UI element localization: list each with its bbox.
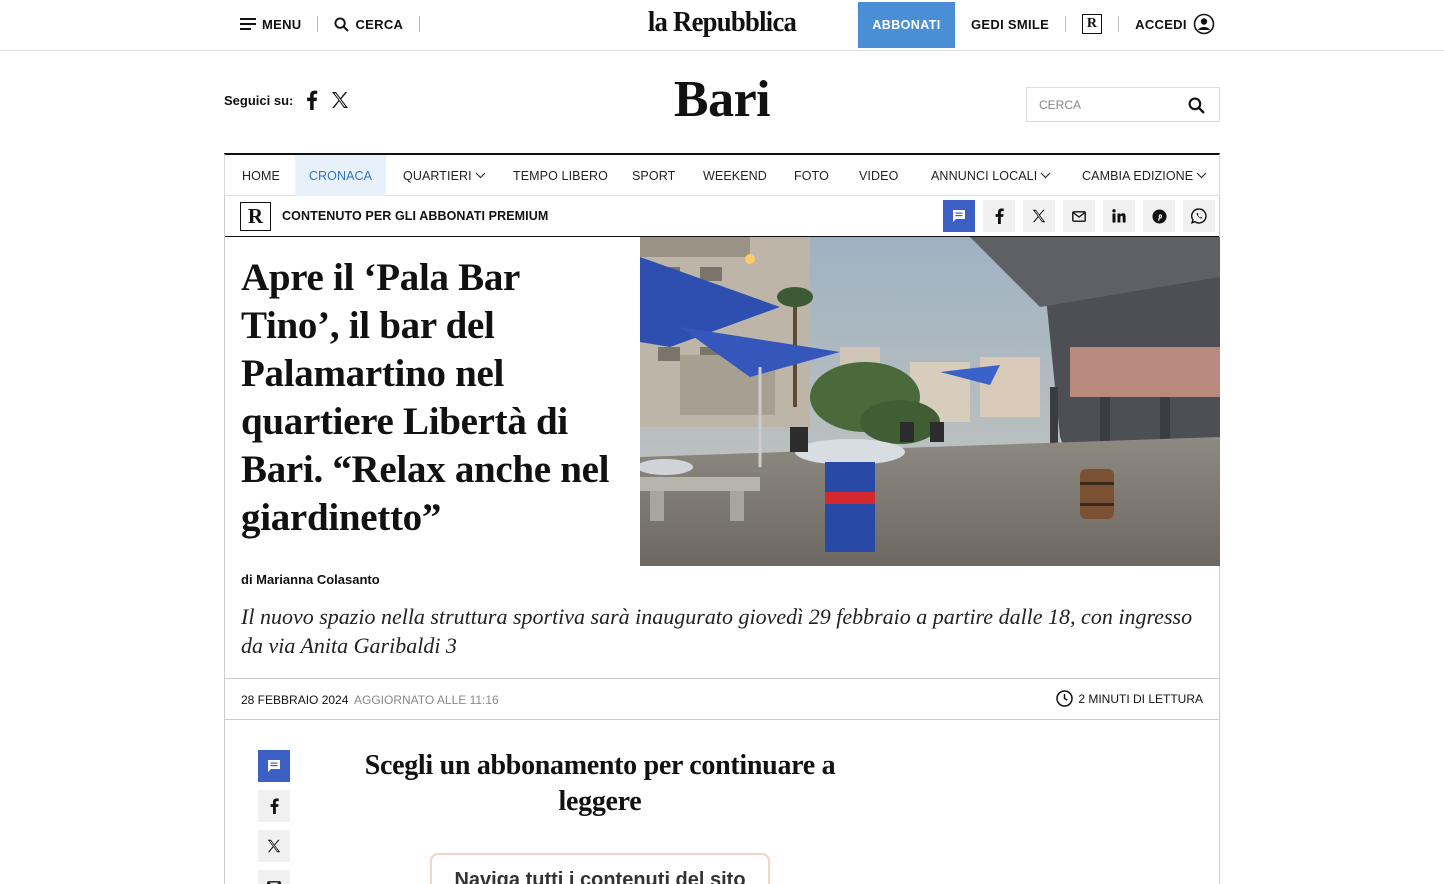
share-facebook-button[interactable] — [983, 200, 1015, 232]
premium-bar: R CONTENUTO PER GLI ABBONATI PREMIUM — [225, 196, 1219, 237]
nav-label: CAMBIA EDIZIONE — [1082, 168, 1194, 183]
facebook-icon — [270, 798, 279, 814]
chevron-down-icon — [1040, 172, 1051, 179]
search-icon — [1188, 97, 1205, 114]
search-input[interactable] — [1039, 97, 1179, 112]
user-icon — [1193, 13, 1215, 35]
share-whatsapp-button[interactable] — [1183, 200, 1215, 232]
share-pinterest-button[interactable] — [1143, 200, 1175, 232]
comment-icon — [953, 210, 965, 222]
nav-label: ANNUNCI LOCALI — [931, 168, 1038, 183]
nav-label: TEMPO LIBERO — [513, 168, 608, 183]
nav-label: WEEKEND — [703, 168, 767, 183]
premium-label: CONTENUTO PER GLI ABBONATI PREMIUM — [282, 209, 549, 223]
follow-label: Seguici su: — [224, 92, 294, 108]
divider — [419, 16, 421, 32]
search-button[interactable]: CERCA — [334, 17, 403, 32]
nav-label: FOTO — [794, 168, 829, 183]
nav-item-annunci-locali[interactable]: ANNUNCI LOCALI — [931, 155, 1051, 196]
hamburger-icon — [240, 18, 256, 30]
menu-button[interactable]: MENU — [240, 17, 301, 32]
nav-item-foto[interactable]: FOTO — [794, 155, 829, 196]
mail-icon — [267, 880, 281, 884]
top-bar-left: MENU CERCA — [240, 0, 436, 48]
premium-r-icon: R — [240, 202, 271, 231]
share-mail-button[interactable] — [1063, 200, 1095, 232]
article-headline: Apre il ‘Pala Bar Tino’, il bar del Pala… — [241, 256, 610, 539]
facebook-icon — [995, 208, 1004, 224]
nav-label: QUARTIERI — [403, 168, 472, 183]
mail-icon — [1072, 210, 1086, 222]
edition-search — [1026, 87, 1220, 122]
nav-label: HOME — [242, 168, 280, 183]
clock-icon — [1056, 690, 1074, 707]
edition-title[interactable]: Bari — [622, 70, 822, 129]
search-submit-button[interactable] — [1188, 97, 1205, 114]
divider — [317, 16, 319, 32]
follow-us: Seguici su: — [224, 90, 349, 110]
paywall-title: Scegli un abbonamento per continuare a l… — [364, 750, 836, 817]
nav-item-quartieri[interactable]: QUARTIERI — [403, 155, 486, 196]
side-comment-button[interactable] — [258, 750, 290, 782]
search-label: CERCA — [355, 16, 404, 32]
side-share-facebook-button[interactable] — [258, 790, 290, 822]
comment-icon — [268, 760, 280, 772]
nav-label: VIDEO — [859, 168, 899, 183]
offer-card-text: Naviga tutti i contenuti del sito — [454, 869, 746, 884]
article-byline[interactable]: di Marianna Colasanto — [241, 572, 380, 587]
pinterest-icon — [1151, 208, 1167, 224]
nav-item-sport[interactable]: SPORT — [632, 155, 675, 196]
chevron-down-icon — [1196, 172, 1207, 179]
nav-item-tempo-libero[interactable]: TEMPO LIBERO — [513, 155, 608, 196]
updated-time: AGGIORNATO ALLE 11:16 — [354, 693, 499, 707]
share-x-button[interactable] — [1023, 200, 1055, 232]
login-button[interactable]: ACCEDI — [1135, 13, 1215, 35]
article: R CONTENUTO PER GLI ABBONATI PREMIUM Apr… — [224, 196, 1220, 884]
nav-item-cambia-edizione[interactable]: CAMBIA EDIZIONE — [1082, 155, 1207, 196]
article-hero-image — [640, 237, 1220, 566]
nav-label: SPORT — [632, 168, 676, 183]
x-icon[interactable] — [331, 91, 349, 109]
reading-time-label: 2 MINUTI DI LETTURA — [1078, 691, 1203, 706]
side-share-mail-button[interactable] — [258, 870, 290, 884]
menu-label: MENU — [262, 16, 302, 32]
login-label: ACCEDI — [1135, 16, 1187, 32]
x-icon — [267, 839, 281, 853]
publish-date: 28 FEBBRAIO 2024 — [241, 693, 349, 707]
chevron-down-icon — [475, 172, 486, 179]
article-meta: 28 FEBBRAIO 2024 AGGIORNATO ALLE 11:16 2… — [225, 678, 1219, 720]
share-linkedin-button[interactable] — [1103, 200, 1135, 232]
comment-button[interactable] — [943, 200, 975, 232]
top-bar: MENU CERCA la Repubblica ABBONATI GEDI S… — [0, 0, 1444, 51]
subscribe-button[interactable]: ABBONATI — [858, 2, 955, 48]
premium-r-icon[interactable]: R — [1082, 14, 1103, 34]
section-nav: HOME CRONACA QUARTIERI TEMPO LIBERO SPOR… — [224, 153, 1220, 196]
search-icon — [334, 16, 350, 32]
linkedin-icon — [1112, 209, 1126, 223]
top-bar-right: GEDI SMILE R ACCEDI — [971, 0, 1215, 48]
side-share-x-button[interactable] — [258, 830, 290, 862]
divider — [1065, 16, 1067, 32]
divider — [1118, 16, 1120, 32]
article-summary: Il nuovo spazio nella struttura sportiva… — [241, 604, 1193, 658]
nav-item-video[interactable]: VIDEO — [859, 155, 898, 196]
gedi-smile-link[interactable]: GEDI SMILE — [971, 17, 1049, 32]
x-icon — [1032, 209, 1046, 223]
nav-item-home[interactable]: HOME — [242, 155, 280, 196]
site-logo[interactable]: la Repubblica — [628, 6, 816, 39]
facebook-icon[interactable] — [305, 90, 319, 110]
nav-item-weekend[interactable]: WEEKEND — [703, 155, 767, 196]
nav-item-cronaca[interactable]: CRONACA — [295, 155, 386, 196]
nav-label: CRONACA — [308, 168, 373, 183]
reading-time: 2 MINUTI DI LETTURA — [1056, 690, 1203, 707]
subscription-offer-card[interactable]: Naviga tutti i contenuti del sito — [430, 853, 770, 884]
whatsapp-icon — [1191, 208, 1207, 224]
